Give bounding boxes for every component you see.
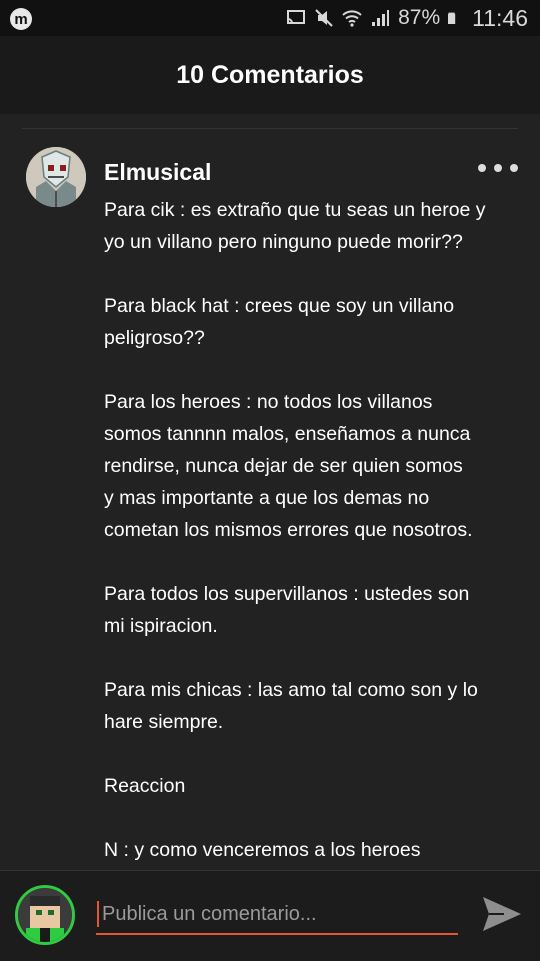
comment-paragraph: Para mis chicas : las amo tal como son y…	[104, 679, 478, 733]
battery-icon	[448, 12, 456, 24]
mute-icon	[315, 9, 333, 27]
author-avatar[interactable]	[26, 147, 86, 207]
comment-paragraph: Para cik : es extraño que tu seas un her…	[104, 199, 486, 253]
dot-icon	[494, 164, 502, 172]
page-title: 10 Comentarios	[176, 60, 364, 89]
clock: 11:46	[472, 4, 528, 31]
avatar-drawing	[26, 147, 86, 207]
battery-percentage: 87%	[398, 6, 441, 29]
comment-paragraph: N : y como venceremos a los heroes	[104, 839, 421, 861]
comment-paragraph: Para todos los supervillanos : ustedes s…	[104, 583, 470, 637]
user-avatar[interactable]	[15, 885, 75, 945]
wifi-icon	[342, 10, 362, 27]
signal-icon	[372, 10, 390, 26]
status-icons: 87% 11:46	[286, 4, 528, 32]
comments-list[interactable]: Elmusical Para cik : es extraño que tu s…	[0, 114, 540, 870]
comment-paragraph: Para los heroes : no todos los villanos …	[104, 391, 473, 541]
header: 10 Comentarios	[0, 36, 540, 114]
user-avatar-drawing	[18, 888, 72, 942]
comment-body: Para cik : es extraño que tu seas un her…	[104, 194, 524, 870]
status-bar: m 87% 11:46	[0, 0, 540, 36]
comment-paragraph: Reaccion	[104, 775, 186, 797]
send-icon[interactable]	[480, 892, 524, 936]
cast-icon	[287, 10, 306, 24]
dot-icon	[510, 164, 518, 172]
comment-composer	[0, 870, 540, 961]
comment-author[interactable]: Elmusical	[104, 159, 211, 186]
app-notification-icon: m	[10, 8, 32, 30]
comment-paragraph: Para black hat : crees que soy un villan…	[104, 295, 455, 349]
text-caret	[97, 901, 99, 927]
dot-icon	[478, 164, 486, 172]
more-options-button[interactable]	[478, 158, 518, 178]
divider	[22, 128, 518, 129]
comment-input[interactable]	[96, 895, 458, 935]
